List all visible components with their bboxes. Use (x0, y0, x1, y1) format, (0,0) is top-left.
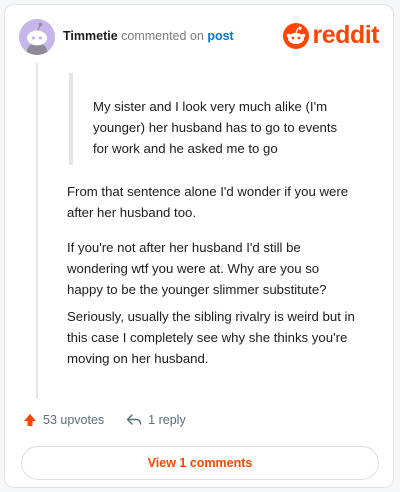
reddit-snoo-icon (282, 22, 309, 49)
reply-button[interactable]: 1 reply (126, 413, 186, 427)
comment-line: this case I completely see why she think… (67, 330, 348, 345)
comment-line: after her husband too. (67, 205, 197, 220)
username[interactable]: Timmetie (63, 29, 118, 43)
reply-count: 1 reply (148, 413, 186, 427)
upvote-button[interactable]: 53 upvotes (23, 413, 104, 427)
comment-line: If you're not after her husband I'd stil… (67, 240, 301, 255)
reply-arrow-icon (126, 414, 142, 425)
comment-line: Seriously, usually the sibling rivalry i… (67, 309, 355, 324)
view-comments-button[interactable]: View 1 comments (21, 446, 379, 480)
comment-line: moving on her husband. (67, 351, 209, 366)
post-link[interactable]: post (207, 29, 233, 43)
comment-line: wondering wtf you were at. Why are you s… (67, 261, 320, 276)
upvote-arrow-icon (24, 414, 36, 426)
avatar[interactable] (19, 19, 55, 55)
quote-line: younger) her husband has to go to events (93, 120, 338, 135)
snoo-avatar-icon (19, 19, 55, 55)
thread-line[interactable] (36, 63, 38, 399)
comment-paragraph: Seriously, usually the sibling rivalry i… (67, 306, 385, 369)
comment-line: happy to be the younger slimmer substitu… (67, 282, 327, 297)
quote-line: for work and he asked me to go (93, 141, 278, 156)
upvote-count: 53 upvotes (43, 413, 105, 427)
comment-paragraph: If you're not after her husband I'd stil… (67, 237, 385, 300)
comment-paragraph: From that sentence alone I'd wonder if y… (67, 181, 385, 223)
header-action-text: commented on (121, 29, 204, 43)
reddit-wordmark: reddit (312, 21, 380, 49)
comment-actions: 53 upvotes 1 reply (23, 413, 186, 427)
quote-block: My sister and I look very much alike (I'… (69, 73, 369, 165)
reddit-logo[interactable]: reddit (282, 21, 380, 50)
quote-line: My sister and I look very much alike (I'… (93, 99, 328, 114)
comment-line: From that sentence alone I'd wonder if y… (67, 184, 349, 199)
comment-card: Timmetie commented on post reddit My sis… (4, 4, 394, 488)
comment-header: Timmetie commented on post (63, 29, 234, 43)
